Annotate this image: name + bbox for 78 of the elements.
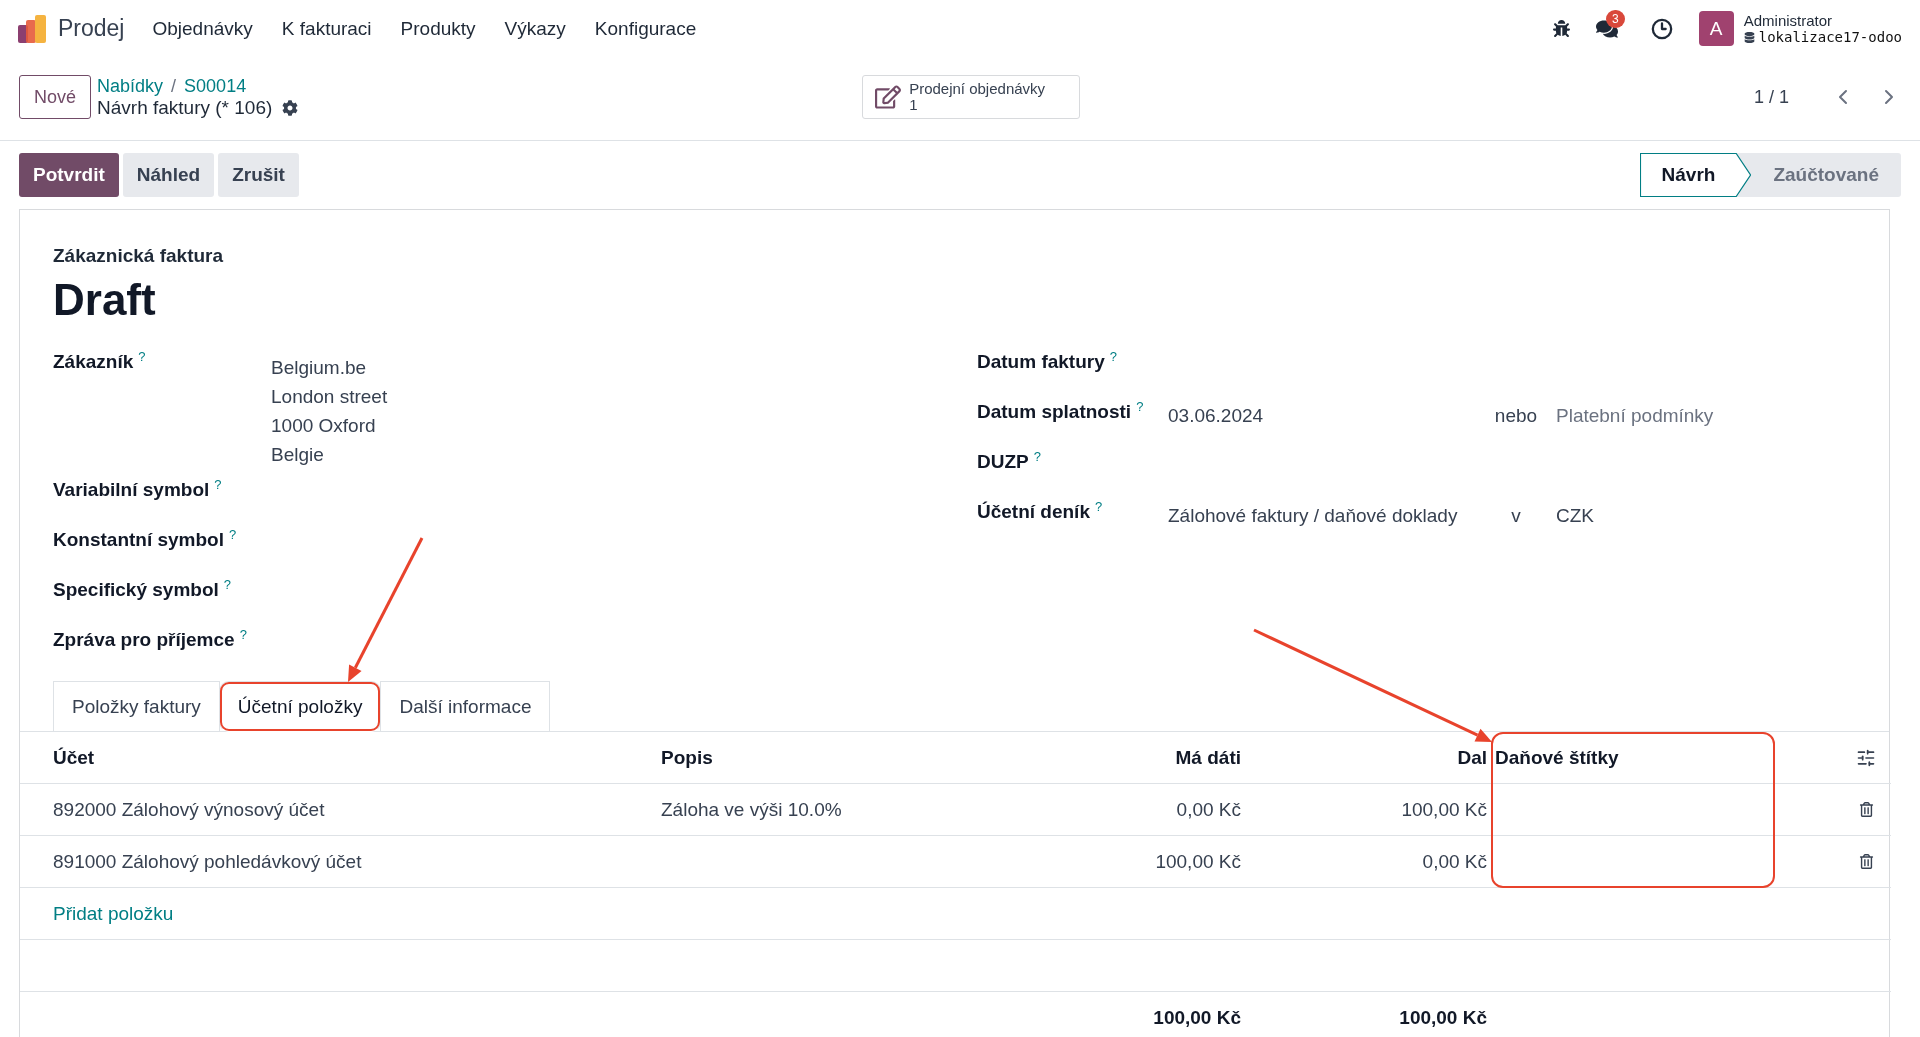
field-label: Datum splatnosti (977, 401, 1132, 423)
help-marker[interactable]: ? (223, 577, 232, 592)
table-cell: 0,00 Kč (1001, 784, 1249, 836)
menu-item[interactable]: Objednávky (152, 17, 253, 40)
table-cell: 0,00 Kč (1249, 836, 1495, 888)
help-marker[interactable]: ? (229, 527, 237, 542)
help-marker[interactable]: ? (214, 477, 222, 492)
record-title: Návrh faktury (* 106) (97, 96, 273, 119)
database-icon (1743, 31, 1755, 43)
help-marker[interactable]: ? (138, 349, 146, 364)
help-marker[interactable]: ? (1109, 349, 1117, 364)
field-value[interactable]: 03.06.2024 (1168, 397, 1481, 447)
menu-item[interactable]: Výkazy (504, 17, 566, 40)
breadcrumb-separator: / (171, 75, 177, 97)
tab[interactable]: Další informace (380, 681, 551, 732)
menu-item[interactable]: Konfigurace (594, 17, 697, 40)
field-label: Konstantní symbol (53, 529, 224, 551)
trash-icon[interactable] (1858, 802, 1874, 817)
field-value[interactable]: CZK (1556, 497, 1594, 547)
document-name: Draft (53, 275, 157, 325)
table-cell: 100,00 Kč (1249, 784, 1495, 836)
field-label: DUZP (977, 451, 1029, 473)
table-cell: 100,00 Kč (1001, 836, 1249, 888)
column-header[interactable]: Daňové štítky (1495, 732, 1841, 784)
help-marker[interactable]: ? (1033, 449, 1041, 464)
tab[interactable]: Položky faktury (53, 681, 220, 732)
status-stage[interactable]: Zaúčtované (1751, 153, 1901, 197)
trash-icon[interactable] (1858, 854, 1874, 869)
action-button[interactable]: Potvrdit (19, 153, 119, 197)
field-placeholder[interactable]: Platební podmínky (1556, 397, 1714, 447)
app-logo (18, 14, 48, 43)
breadcrumb-link[interactable]: S00014 (184, 75, 247, 97)
total-value: 100,00 Kč (1249, 992, 1495, 1037)
user-avatar[interactable]: A (1698, 11, 1734, 46)
breadcrumb-link[interactable]: Nabídky (97, 75, 164, 97)
field-value[interactable]: Zálohové faktury / daňové doklady (1168, 497, 1481, 547)
action-button[interactable]: Zrušit (218, 153, 299, 197)
notification-badge: 3 (1606, 9, 1625, 28)
table-cell: 892000 Zálohový výnosový účet (53, 784, 661, 836)
add-line-link[interactable]: Přidat položku (53, 902, 174, 925)
field-value: 1000 Oxford (271, 414, 377, 438)
action-button[interactable]: Náhled (122, 153, 215, 197)
user-name: Administrator (1743, 12, 1834, 29)
field-label: Zpráva pro příjemce (53, 629, 235, 651)
help-marker[interactable]: ? (1095, 499, 1103, 514)
table-cell: 891000 Zálohový pohledávkový účet (53, 836, 661, 888)
field-label: Zákazník (53, 351, 134, 373)
menu-item[interactable]: Produkty (400, 17, 476, 40)
pager-value: 1 / 1 (1753, 86, 1789, 108)
tab[interactable]: Účetní položky (218, 681, 382, 732)
settings-icon[interactable] (282, 99, 299, 116)
table-cell: Záloha ve výši 10.0% (661, 784, 1001, 836)
column-header[interactable]: Má dáti (1001, 732, 1249, 784)
field-value: London street (271, 385, 388, 409)
smart-button[interactable]: Prodejní objednávky 1 (862, 75, 1081, 119)
field-label: Specifický symbol (53, 579, 219, 601)
database-name: lokalizace17-odoo (1758, 29, 1902, 45)
app-name[interactable]: Prodej (58, 15, 125, 42)
field-label: Variabilní symbol (53, 479, 210, 501)
total-value: 100,00 Kč (1001, 992, 1249, 1037)
column-header[interactable]: Popis (661, 732, 1001, 784)
status-stage[interactable]: Návrh (1639, 153, 1752, 197)
menu-item[interactable]: K fakturaci (281, 17, 372, 40)
edit-icon (875, 84, 902, 110)
connector-text: nebo (1493, 404, 1539, 428)
field-value: Belgie (271, 443, 325, 467)
bug-icon[interactable] (1553, 20, 1570, 37)
new-button[interactable]: Nové (19, 75, 92, 119)
column-header[interactable]: Účet (53, 732, 661, 784)
help-marker[interactable]: ? (239, 627, 247, 642)
field-value: Belgium.be (271, 356, 368, 380)
document-type: Zákaznická faktura (53, 245, 225, 267)
field-label: Účetní deník (977, 501, 1090, 523)
field-label: Datum faktury (977, 351, 1105, 373)
help-marker[interactable]: ? (1136, 399, 1144, 414)
connector-text: v (1510, 504, 1522, 528)
sliders-icon[interactable] (1856, 747, 1876, 768)
clock-icon[interactable] (1650, 17, 1673, 40)
